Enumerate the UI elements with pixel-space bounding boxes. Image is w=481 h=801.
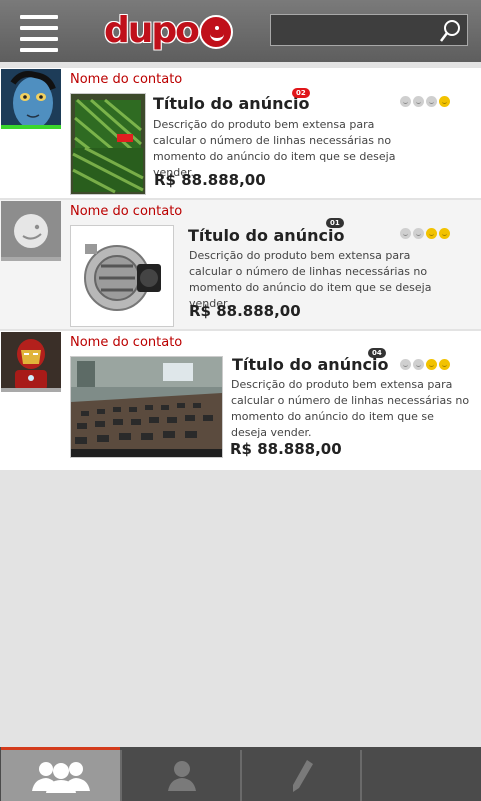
rating-face-icon bbox=[400, 96, 411, 107]
search-icon[interactable] bbox=[439, 19, 461, 43]
rating-face-icon bbox=[439, 96, 450, 107]
avatar-iron-man bbox=[1, 332, 61, 392]
rating-face-icon bbox=[426, 359, 437, 370]
status-indicator bbox=[1, 257, 61, 261]
app-header: dupo bbox=[0, 0, 481, 62]
search-box[interactable] bbox=[270, 14, 468, 46]
message-count-badge[interactable]: 02 bbox=[292, 88, 310, 98]
seller-rating bbox=[400, 96, 450, 107]
contact-avatar[interactable] bbox=[1, 201, 61, 261]
rating-face-icon bbox=[426, 228, 437, 239]
listing-thumbnail[interactable] bbox=[70, 356, 223, 458]
contact-avatar[interactable] bbox=[1, 69, 61, 129]
pencil-edit-icon bbox=[292, 759, 313, 792]
status-indicator bbox=[1, 388, 61, 392]
rating-face-icon bbox=[413, 96, 424, 107]
rating-face-icon bbox=[400, 359, 411, 370]
contact-name[interactable]: Nome do contato bbox=[70, 335, 182, 350]
listing-title[interactable]: Título do anúncio bbox=[232, 355, 388, 374]
watermelon-image bbox=[71, 94, 145, 194]
rating-face-icon bbox=[439, 228, 450, 239]
rating-face-icon bbox=[400, 228, 411, 239]
rating-face-icon bbox=[413, 228, 424, 239]
listing-price: R$ 88.888,00 bbox=[154, 171, 266, 189]
listing-price: R$ 88.888,00 bbox=[189, 302, 301, 320]
tab-empty[interactable] bbox=[362, 750, 481, 801]
search-input[interactable] bbox=[277, 20, 441, 42]
contact-avatar[interactable] bbox=[1, 332, 61, 392]
user-profile-icon bbox=[167, 760, 196, 791]
listing-thumbnail[interactable] bbox=[70, 225, 174, 327]
logo-text: dupo bbox=[104, 9, 200, 51]
listing-title[interactable]: Título do anúncio bbox=[188, 226, 344, 245]
message-count-badge[interactable]: 04 bbox=[368, 348, 386, 358]
listing-description: Descrição do produto bem extensa para ca… bbox=[231, 378, 470, 439]
rating-face-icon bbox=[426, 96, 437, 107]
message-count-badge[interactable]: 01 bbox=[326, 218, 344, 228]
contact-name[interactable]: Nome do contato bbox=[70, 72, 182, 87]
hamburger-menu-icon[interactable] bbox=[20, 15, 58, 52]
listing-list: Nome do contato Título do anúncio 02 Des… bbox=[0, 68, 481, 472]
avatar-default-face bbox=[1, 201, 61, 261]
tab-contacts[interactable] bbox=[1, 750, 120, 801]
rating-face-icon bbox=[413, 359, 424, 370]
status-indicator bbox=[1, 125, 61, 129]
seller-rating bbox=[400, 228, 450, 239]
alternator-image bbox=[71, 226, 173, 326]
tab-edit[interactable] bbox=[242, 750, 361, 801]
avatar-blue-alien bbox=[1, 69, 61, 129]
logo-smiley-icon bbox=[198, 15, 233, 49]
listing-thumbnail[interactable] bbox=[70, 93, 146, 195]
phones-table-image bbox=[71, 357, 222, 457]
listing-title[interactable]: Título do anúncio bbox=[153, 94, 309, 113]
rating-face-icon bbox=[439, 359, 450, 370]
listing-item[interactable]: Nome do contato Título do anúncio 01 Des… bbox=[0, 200, 481, 331]
listing-price: R$ 88.888,00 bbox=[230, 440, 342, 458]
contacts-group-icon bbox=[31, 761, 90, 793]
listing-item[interactable]: Nome do contato Título do anúncio 02 Des… bbox=[0, 68, 481, 200]
bottom-tab-bar bbox=[0, 747, 481, 801]
tab-profile[interactable] bbox=[122, 750, 241, 801]
logo: dupo bbox=[104, 8, 233, 52]
listing-item[interactable]: Nome do contato Título do anúncio 04 Des… bbox=[0, 331, 481, 472]
contact-name[interactable]: Nome do contato bbox=[70, 204, 182, 219]
seller-rating bbox=[400, 359, 450, 370]
